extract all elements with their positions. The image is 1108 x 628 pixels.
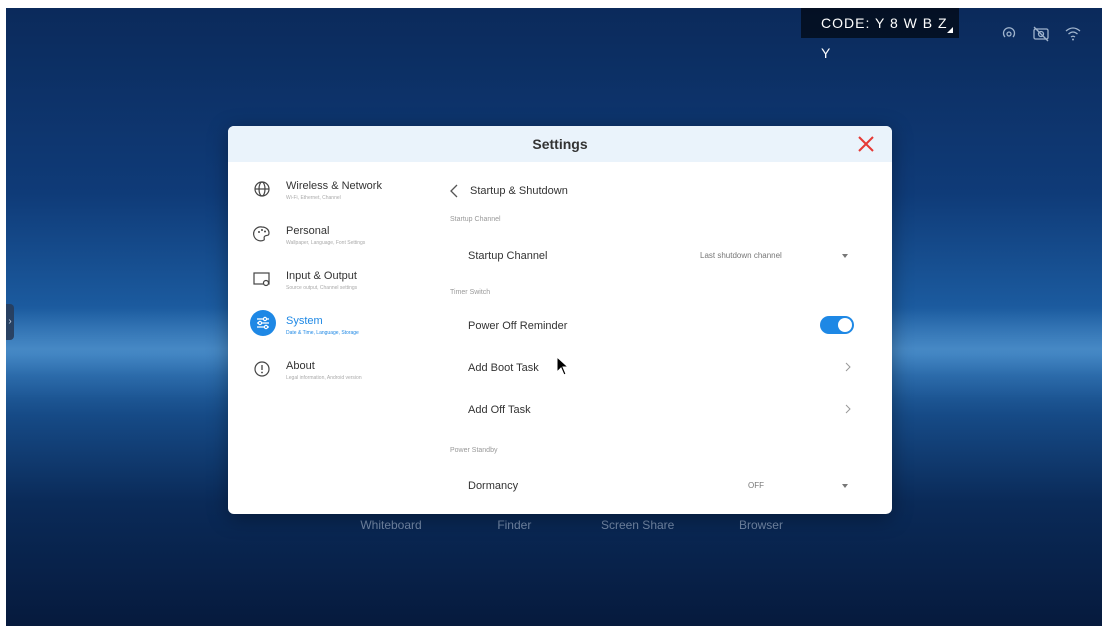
hotspot-icon — [1000, 24, 1018, 42]
toggle-knob — [838, 318, 852, 332]
select-value: Last shutdown channel — [700, 251, 782, 260]
sidebar-item-label: About — [286, 360, 315, 372]
sidebar-item-label: Input & Output — [286, 270, 357, 282]
settings-content: Startup & Shutdown Startup Channel Start… — [448, 126, 868, 514]
sidebar-item-label: Wireless & Network — [286, 180, 382, 192]
dormancy-row: Dormancy OFF — [448, 466, 862, 506]
sidebar-item-subtitle: Date & Time, Language, Storage — [286, 330, 359, 336]
chevron-right-icon — [845, 362, 851, 372]
dock-item-whiteboard[interactable]: Whiteboard — [336, 518, 446, 532]
settings-sidebar: Wireless & Network Wi-Fi, Ethernet, Chan… — [228, 170, 428, 395]
dock-item-screen-share[interactable]: Screen Share — [583, 518, 693, 532]
palette-icon — [252, 224, 272, 244]
page-title: Startup & Shutdown — [470, 185, 568, 197]
sidebar-item-subtitle: Wi-Fi, Ethernet, Channel — [286, 195, 341, 201]
globe-icon — [252, 179, 272, 199]
corner-mark-icon — [947, 27, 953, 33]
select-value: OFF — [748, 481, 764, 490]
startup-channel-row: Startup Channel Last shutdown channel — [448, 236, 862, 276]
side-drawer-handle[interactable]: › — [6, 304, 14, 340]
power-off-reminder-toggle[interactable] — [820, 316, 854, 334]
add-off-task-row[interactable]: Add Off Task — [448, 390, 862, 430]
input-output-icon — [252, 269, 272, 289]
sidebar-item-label: Personal — [286, 225, 330, 237]
section-label-power-standby: Power Standby — [450, 447, 498, 454]
app-dock: Whiteboard Finder Screen Share Browser — [336, 518, 816, 532]
info-icon — [252, 359, 272, 379]
back-button[interactable]: Startup & Shutdown — [448, 184, 568, 198]
status-icons — [1000, 24, 1082, 42]
sidebar-item-about[interactable]: About Legal information, Android version — [228, 350, 428, 395]
connection-code-badge: CODE: Y 8 W B Z Y — [801, 8, 959, 61]
wifi-icon — [1064, 24, 1082, 42]
camera-off-icon — [1032, 24, 1050, 42]
caret-down-icon — [842, 254, 848, 258]
dock-item-browser[interactable]: Browser — [706, 518, 816, 532]
row-label: Startup Channel — [468, 250, 548, 262]
sidebar-item-system[interactable]: System Date & Time, Language, Storage — [228, 305, 428, 350]
sidebar-item-subtitle: Legal information, Android version — [286, 375, 362, 381]
section-label-startup-channel: Startup Channel — [450, 216, 501, 223]
mouse-pointer-icon — [556, 356, 570, 376]
caret-down-icon — [842, 484, 848, 488]
row-label: Add Boot Task — [468, 362, 539, 374]
row-label: Power Off Reminder — [468, 320, 568, 332]
row-label: Dormancy — [468, 480, 519, 492]
dormancy-select[interactable]: OFF — [692, 476, 856, 498]
dock-item-finder[interactable]: Finder — [459, 518, 569, 532]
sidebar-item-personal[interactable]: Personal Wallpaper, Language, Font Setti… — [228, 215, 428, 260]
sidebar-item-label: System — [286, 315, 323, 327]
chevron-left-icon — [450, 184, 458, 198]
sliders-icon — [250, 310, 276, 336]
power-off-reminder-row: Power Off Reminder — [448, 306, 862, 346]
sidebar-item-wireless-network[interactable]: Wireless & Network Wi-Fi, Ethernet, Chan… — [228, 170, 428, 215]
add-boot-task-row[interactable]: Add Boot Task — [448, 348, 862, 388]
startup-channel-select[interactable]: Last shutdown channel — [692, 246, 856, 268]
section-label-timer-switch: Timer Switch — [450, 289, 491, 296]
sidebar-item-subtitle: Source output, Channel settings — [286, 285, 358, 291]
sidebar-item-input-output[interactable]: Input & Output Source output, Channel se… — [228, 260, 428, 305]
row-label: Add Off Task — [468, 404, 531, 416]
settings-dialog: Settings Wireless & Network Wi-Fi, Ether… — [228, 126, 892, 514]
chevron-right-icon — [845, 404, 851, 414]
sidebar-item-subtitle: Wallpaper, Language, Font Settings — [286, 240, 366, 246]
